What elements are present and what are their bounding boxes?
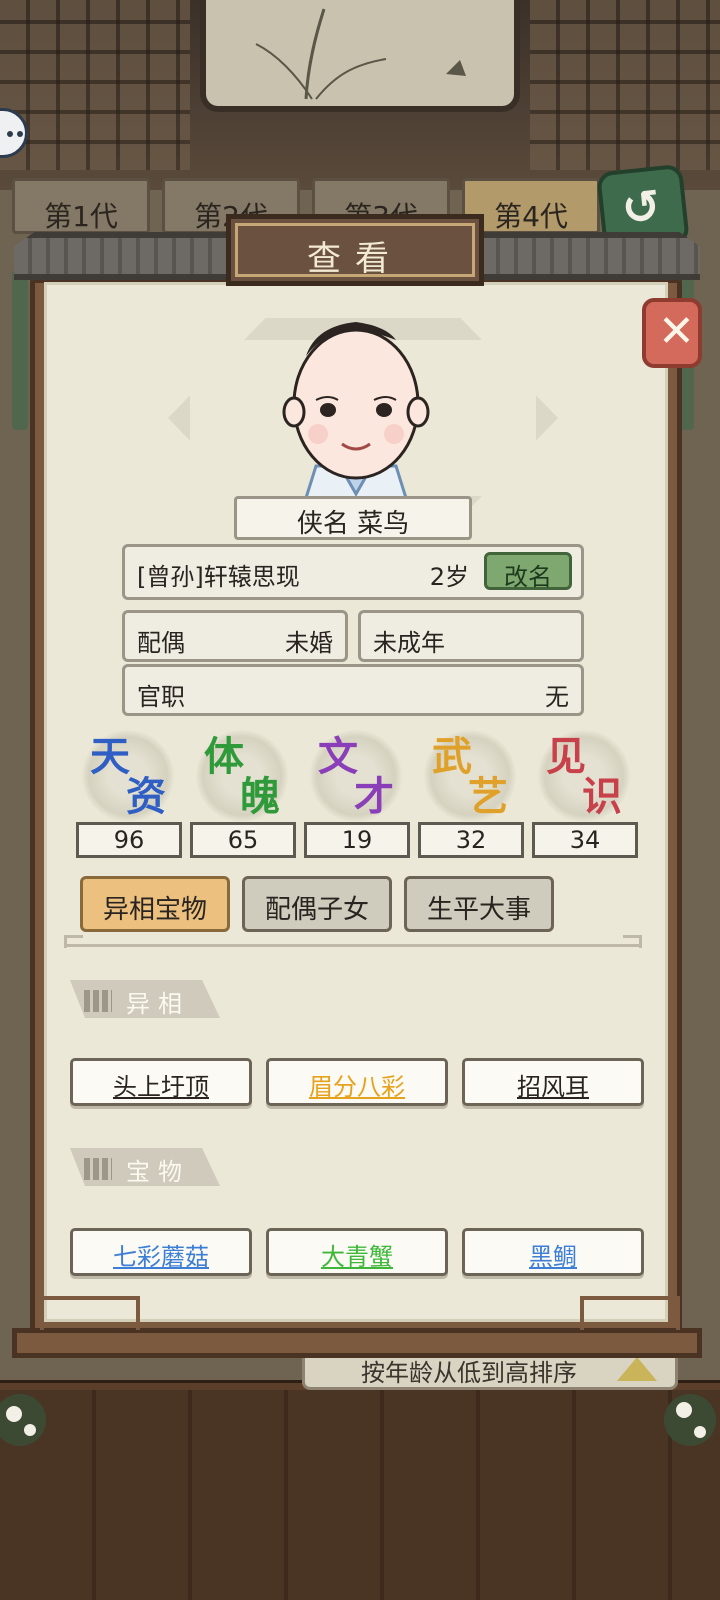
close-button[interactable]: ✕	[642, 298, 702, 368]
spouse-label: 配偶	[137, 629, 185, 657]
orchid-painting	[200, 0, 520, 112]
traits-section-title: 异相	[126, 990, 190, 1018]
trait-item[interactable]: 头上圩顶	[70, 1058, 252, 1106]
panel-foot-left	[40, 1296, 140, 1330]
office-label: 官职	[137, 683, 185, 711]
office-row: 官职 无	[122, 664, 584, 716]
stat-char-2: 才	[354, 774, 394, 820]
stat-value-physique: 65	[190, 822, 296, 858]
flower-decoration-left	[0, 1394, 46, 1446]
stat-talent: 天 资	[72, 724, 184, 822]
identity-title: [曾孙]轩辕思现	[137, 563, 300, 591]
stat-char-1: 体	[204, 734, 244, 780]
tab-spouse-children[interactable]: 配偶子女	[242, 876, 392, 932]
spouse-row: 配偶 未婚	[122, 610, 348, 662]
hero-name-box: 侠名 菜鸟	[234, 496, 472, 540]
stat-char-1: 见	[546, 734, 586, 780]
stat-char-1: 武	[432, 734, 472, 780]
adult-status-row: 未成年	[358, 610, 584, 662]
adult-status: 未成年	[373, 629, 445, 657]
stat-value-literary: 19	[304, 822, 410, 858]
side-strip-left	[12, 270, 28, 430]
header-pattern	[84, 990, 112, 1012]
trait-item[interactable]: 眉分八彩	[266, 1058, 448, 1106]
treasure-item[interactable]: 黑鲷	[462, 1228, 644, 1276]
triangle-up-icon	[617, 1357, 657, 1381]
trait-item[interactable]: 招风耳	[462, 1058, 644, 1106]
stat-char-1: 天	[90, 734, 130, 780]
panel-foot-right	[580, 1296, 680, 1330]
stat-value-talent: 96	[76, 822, 182, 858]
lattice-window-left	[0, 0, 190, 170]
close-icon: ✕	[658, 306, 695, 357]
treasure-item[interactable]: 七彩蘑菇	[70, 1228, 252, 1276]
stat-martial: 武 艺	[414, 724, 526, 822]
stat-char-1: 文	[318, 734, 358, 780]
treasure-item[interactable]: 大青蟹	[266, 1228, 448, 1276]
flower-decoration-right	[664, 1394, 716, 1446]
tab-traits-treasures[interactable]: 异相宝物	[80, 876, 230, 932]
stat-physique: 体 魄	[186, 724, 298, 822]
treasures-section-header: 宝物	[70, 1148, 220, 1186]
header-pattern	[84, 1158, 112, 1180]
lattice-window-right	[530, 0, 720, 170]
return-arrow-icon: ↺	[619, 178, 664, 237]
stat-char-2: 魄	[240, 774, 280, 820]
wooden-floor	[0, 1390, 720, 1600]
sort-label: 按年龄从低到高排序	[361, 1359, 577, 1387]
tab-generation-1[interactable]: 第1代	[12, 178, 150, 234]
stat-char-2: 艺	[468, 774, 508, 820]
tab-life-events[interactable]: 生平大事	[404, 876, 554, 932]
stat-char-2: 资	[126, 774, 166, 820]
stat-value-martial: 32	[418, 822, 524, 858]
panel-title: 查看	[226, 214, 484, 286]
section-divider	[64, 935, 642, 954]
office-value: 无	[545, 683, 569, 711]
stat-knowledge: 见 识	[528, 724, 640, 822]
treasures-section-title: 宝物	[126, 1158, 190, 1186]
stat-char-2: 识	[582, 774, 622, 820]
character-avatar	[282, 322, 430, 498]
stat-value-knowledge: 34	[532, 822, 638, 858]
age-value: 2岁	[429, 563, 469, 591]
stat-literary: 文 才	[300, 724, 412, 822]
traits-section-header: 异相	[70, 980, 220, 1018]
panel-base	[12, 1328, 702, 1358]
rename-button[interactable]: 改名	[484, 552, 572, 591]
spouse-value: 未婚	[285, 629, 333, 657]
